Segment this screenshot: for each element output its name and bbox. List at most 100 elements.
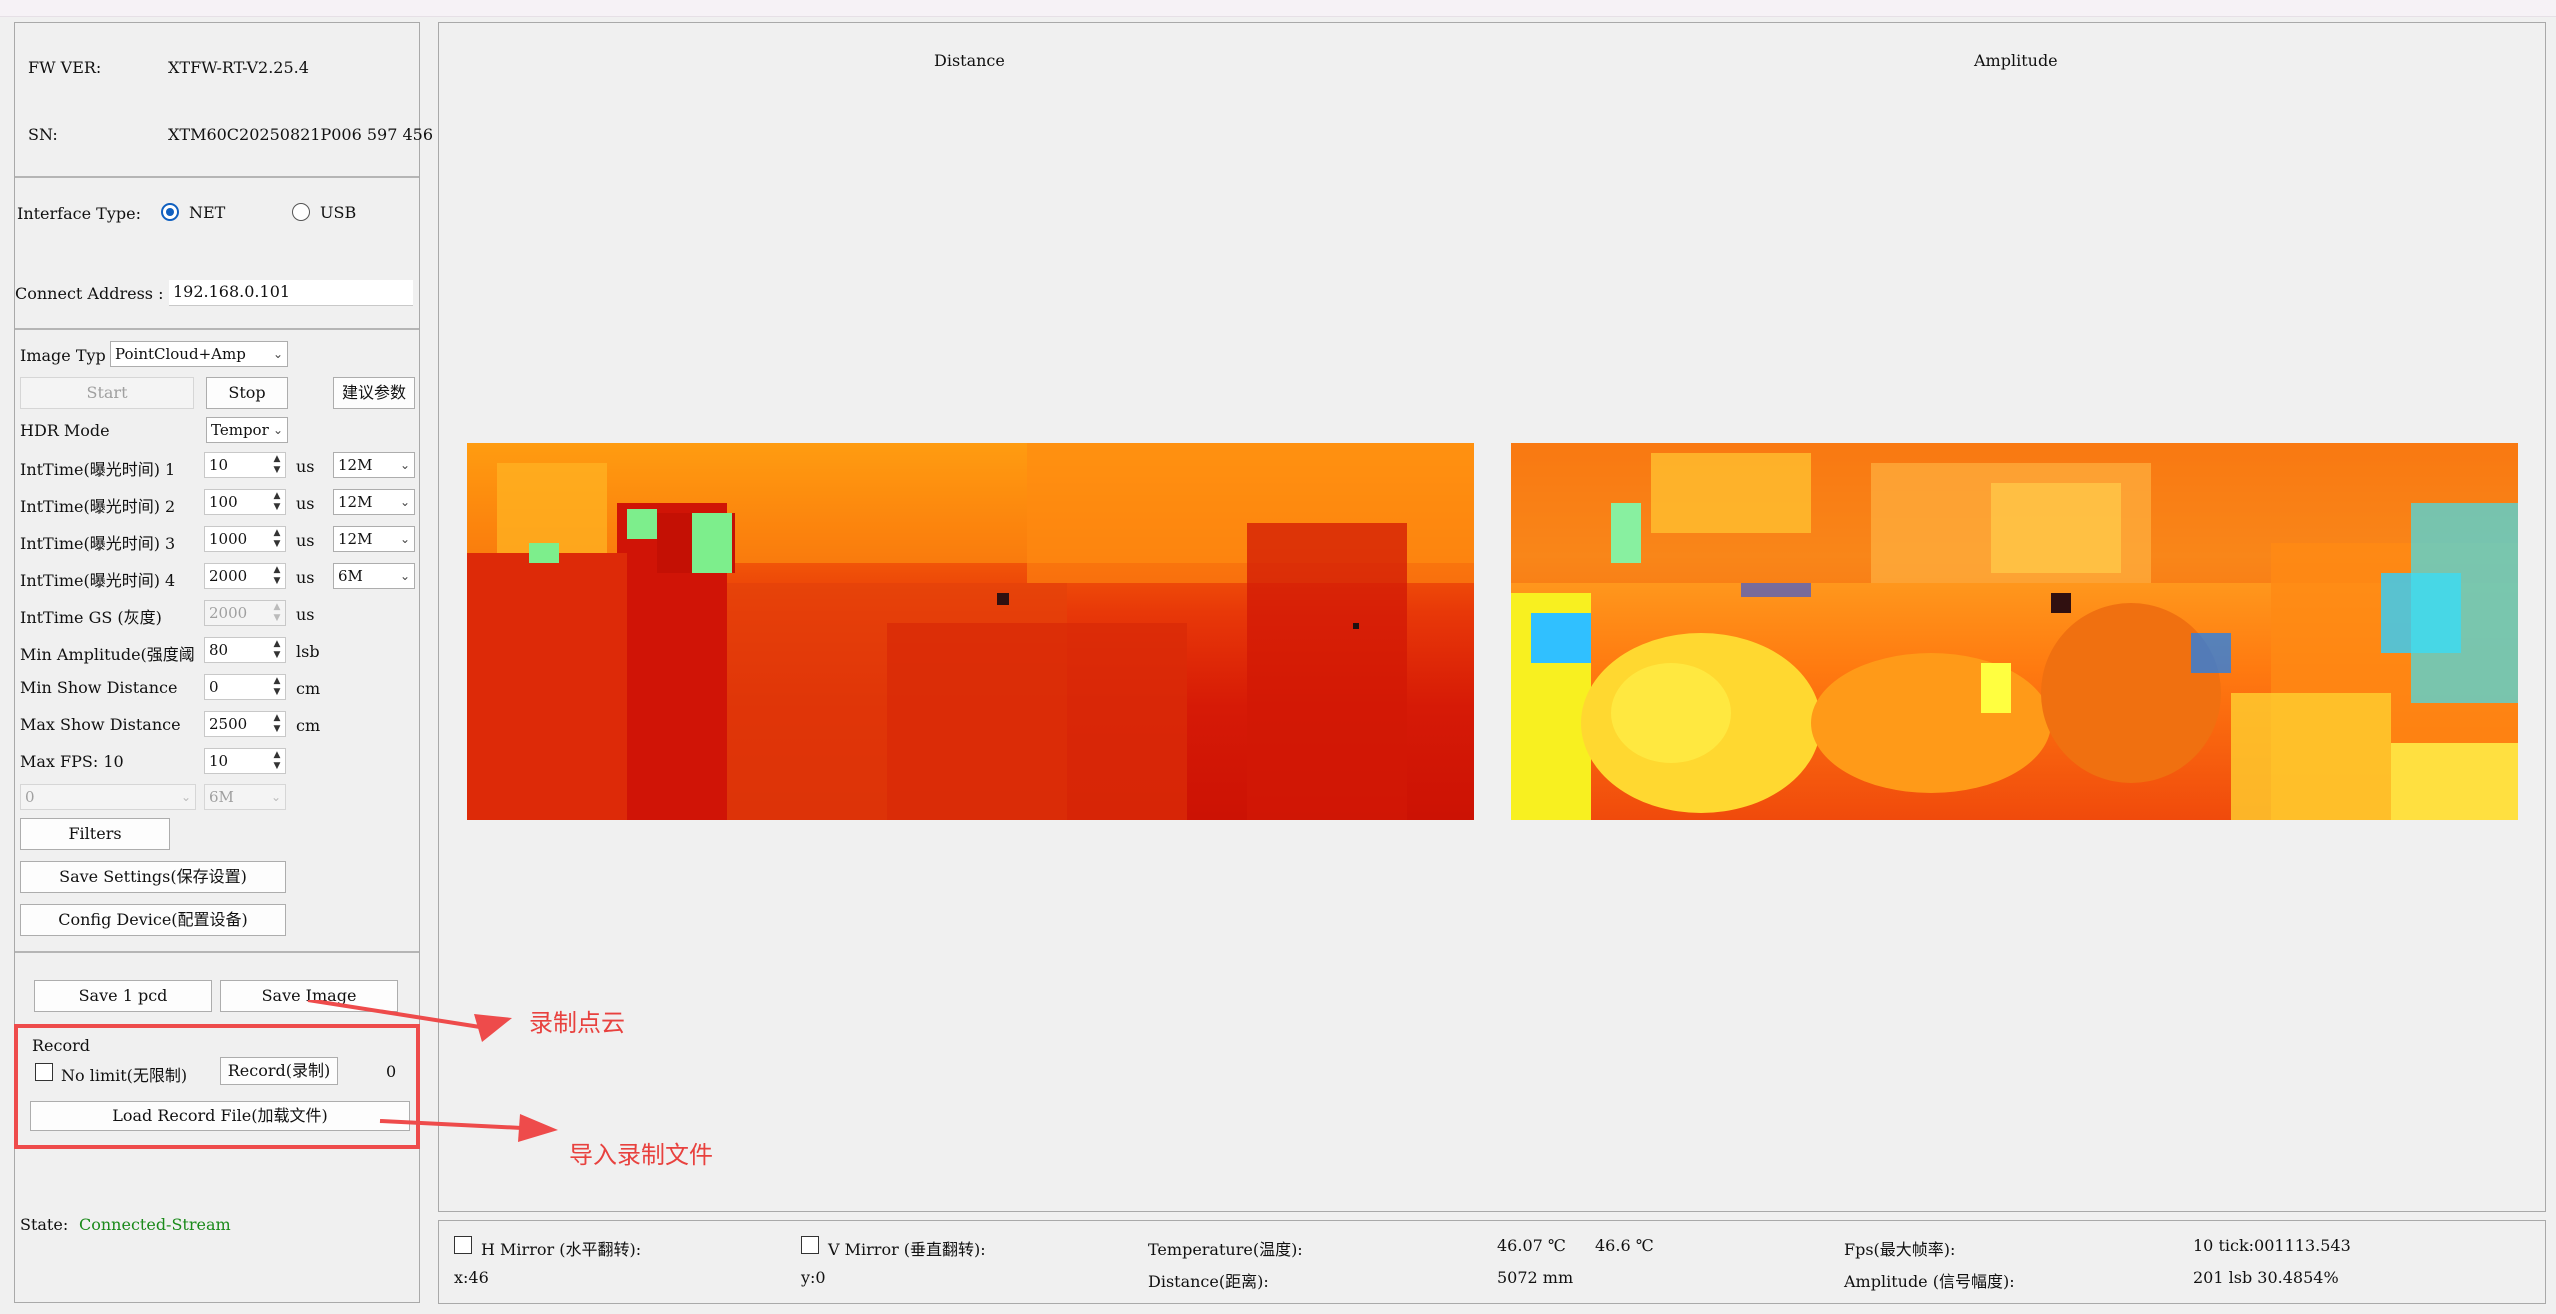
distance-label: Distance(距离): [1148,1272,1269,1291]
arrow-line [307,1000,481,1029]
spin-arrows-icon[interactable]: ▲ ▼ [271,713,283,735]
frequency-value: 12M [338,456,373,474]
v-mirror-label[interactable]: V Mirror (垂直翻转): [828,1236,986,1260]
int-time-spinbox[interactable]: 100 ▲ ▼ [204,489,286,515]
int-time-unit: us [296,531,315,550]
min-show-distance-spinbox[interactable]: 0 ▲ ▼ [204,674,286,700]
v-mirror-checkbox[interactable] [801,1236,819,1254]
amplitude-image[interactable] [1511,443,2518,820]
chevron-down-icon: ⌄ [270,790,281,804]
stop-button[interactable]: Stop [206,377,288,409]
int-time-unit: us [296,457,315,476]
filters-button[interactable]: Filters [20,818,170,850]
radio-net[interactable] [161,203,179,221]
int-time-gs-label: IntTime GS (灰度) [20,608,162,627]
extra-select-1-value: 0 [25,788,35,806]
connect-address-input[interactable]: 192.168.0.101 [169,280,413,306]
spin-arrows-icon[interactable]: ▲ ▼ [271,528,283,550]
min-show-distance-unit: cm [296,679,321,698]
divider [15,176,419,178]
spin-arrows-icon[interactable]: ▲ ▼ [271,454,283,476]
max-show-distance-value: 2500 [209,715,248,733]
sn-value: XTM60C20250821P006 597 456 [168,125,434,144]
sn-label: SN: [28,125,58,144]
distance-value: 5072 mm [1497,1268,1574,1287]
spin-arrows-icon[interactable]: ▲ ▼ [271,602,283,624]
min-show-distance-label: Min Show Distance [20,678,178,697]
spin-arrows-icon[interactable]: ▲ ▼ [271,565,283,587]
frequency-select[interactable]: 12M ⌄ [333,526,415,552]
int-time-value: 10 [209,456,229,474]
temperature-value-1: 46.07 ℃ [1497,1236,1566,1255]
cursor-y: y:0 [801,1268,826,1287]
extra-select-2-value: 6M [209,788,234,806]
distance-image[interactable] [467,443,1474,820]
frequency-value: 12M [338,493,373,511]
min-amplitude-label: Min Amplitude(强度阈 [20,645,195,664]
min-show-distance-value: 0 [209,678,219,696]
int-time-value: 1000 [209,530,248,548]
int-time-spinbox[interactable]: 10 ▲ ▼ [204,452,286,478]
int-time-gs-spinbox[interactable]: 2000 ▲ ▼ [204,600,286,626]
frequency-value: 6M [338,567,363,585]
max-show-distance-label: Max Show Distance [20,715,181,734]
frequency-value: 12M [338,530,373,548]
hdr-mode-label: HDR Mode [20,421,110,440]
divider [15,951,419,953]
image-type-select[interactable]: PointCloud+Amp ⌄ [110,341,288,367]
extra-select-1[interactable]: 0 ⌄ [20,784,196,810]
state-value: Connected-Stream [79,1215,231,1234]
temperature-value-2: 46.6 ℃ [1595,1236,1654,1255]
max-fps-value: 10 [209,752,229,770]
distance-heatmap [467,443,1474,820]
radio-net-label[interactable]: NET [189,203,225,222]
chevron-down-icon: ⌄ [399,532,410,546]
h-mirror-checkbox[interactable] [454,1236,472,1254]
int-time-unit: us [296,568,315,587]
min-amplitude-unit: lsb [296,642,320,661]
arrow-head-icon [474,1014,512,1042]
frequency-select[interactable]: 12M ⌄ [333,489,415,515]
int-time-label: IntTime(曝光时间) 4 [20,571,176,590]
state-label: State: [20,1215,69,1234]
load-annotation: 导入录制文件 [569,1141,713,1169]
radio-usb-label[interactable]: USB [320,203,356,222]
int-time-unit: us [296,494,315,513]
suggest-params-button[interactable]: 建议参数 [333,377,415,409]
save-settings-button[interactable]: Save Settings(保存设置) [20,861,286,893]
config-device-button[interactable]: Config Device(配置设备) [20,904,286,936]
spin-arrows-icon[interactable]: ▲ ▼ [271,491,283,513]
interface-type-label: Interface Type: [17,204,141,223]
frequency-select[interactable]: 12M ⌄ [333,452,415,478]
start-button[interactable]: Start [20,377,194,409]
radio-usb[interactable] [292,203,310,221]
status-bar [438,1220,2546,1304]
frequency-select[interactable]: 6M ⌄ [333,563,415,589]
connect-address-label: Connect Address : [15,284,164,303]
hdr-mode-select[interactable]: Tempor ⌄ [206,417,288,443]
record-annotation: 录制点云 [529,1009,625,1037]
int-time-spinbox[interactable]: 2000 ▲ ▼ [204,563,286,589]
min-amplitude-spinbox[interactable]: 80 ▲ ▼ [204,637,286,663]
spin-arrows-icon[interactable]: ▲ ▼ [271,676,283,698]
chevron-down-icon: ⌄ [399,495,410,509]
int-time-spinbox[interactable]: 1000 ▲ ▼ [204,526,286,552]
h-mirror-label[interactable]: H Mirror (水平翻转): [481,1236,641,1260]
chevron-down-icon: ⌄ [180,790,191,804]
fps-label: Fps(最大帧率): [1844,1240,1956,1259]
spin-arrows-icon[interactable]: ▲ ▼ [271,639,283,661]
save-pcd-button[interactable]: Save 1 pcd [34,980,212,1012]
int-time-value: 2000 [209,567,248,585]
fw-version-value: XTFW-RT-V2.25.4 [168,58,309,77]
extra-select-2[interactable]: 6M ⌄ [204,784,286,810]
image-type-label: Image Typ‑ [20,346,106,365]
min-amplitude-value: 80 [209,641,229,659]
fw-version-label: FW VER: [28,58,102,77]
max-show-distance-unit: cm [296,716,321,735]
fps-value: 10 tick:001113.543 [2193,1236,2351,1255]
max-show-distance-spinbox[interactable]: 2500 ▲ ▼ [204,711,286,737]
amplitude-heatmap [1511,443,2518,820]
max-fps-spinbox[interactable]: 10 ▲ ▼ [204,748,286,774]
divider [15,328,419,330]
spin-arrows-icon[interactable]: ▲ ▼ [271,750,283,772]
